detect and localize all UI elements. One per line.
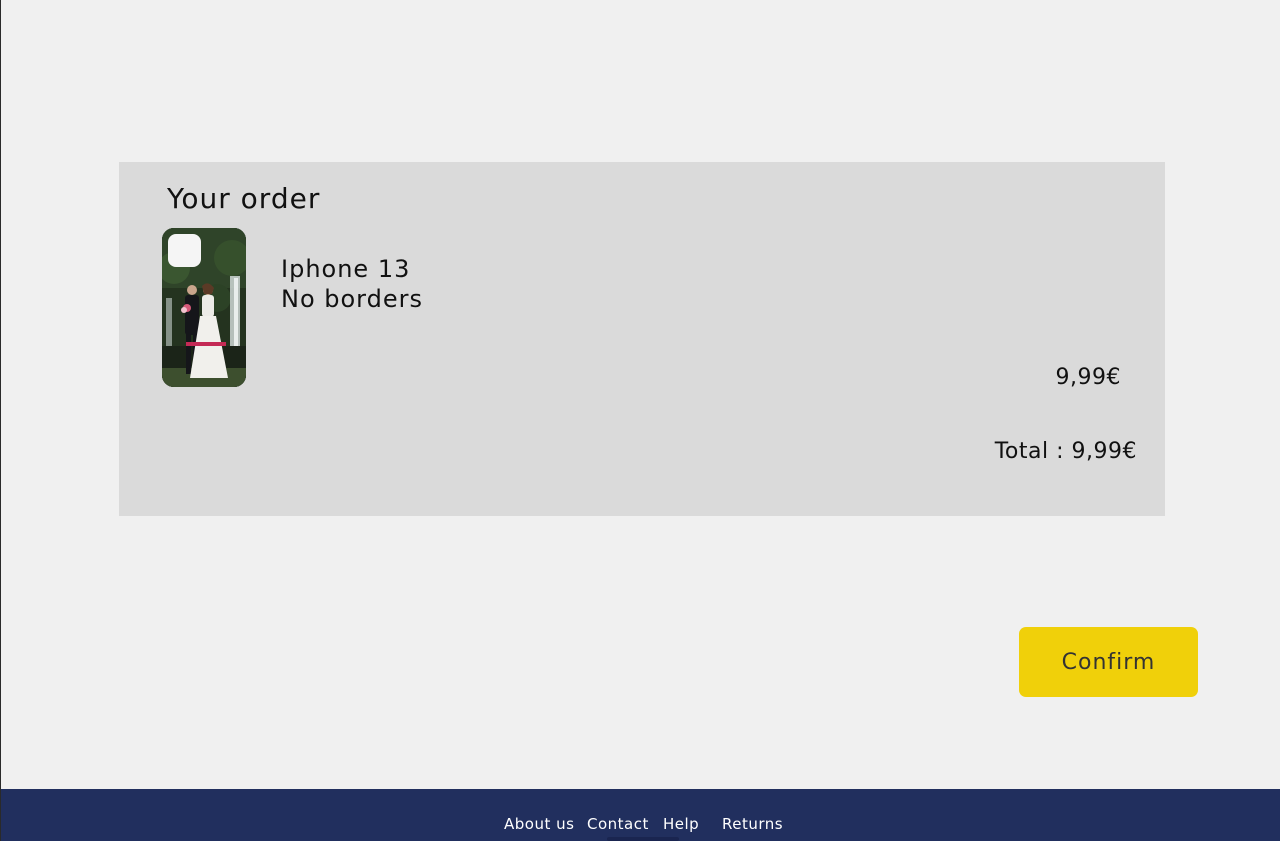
footer-link-help[interactable]: Help <box>663 815 699 833</box>
confirm-button[interactable]: Confirm <box>1019 627 1198 697</box>
order-summary-panel: Your order Iphone 13 No borders 9,99€ To… <box>119 162 1165 516</box>
product-name: Iphone 13 <box>281 255 411 283</box>
footer-link-contact[interactable]: Contact <box>587 815 649 833</box>
camera-cutout <box>168 234 201 267</box>
order-total: Total : 9,99€ <box>994 439 1137 464</box>
footer-link-about-us[interactable]: About us <box>504 815 574 833</box>
footer-link-returns[interactable]: Returns <box>722 815 783 833</box>
product-image <box>162 228 246 387</box>
scroll-indicator <box>607 837 679 841</box>
footer: About us Contact Help Returns <box>1 789 1280 841</box>
item-price: 9,99€ <box>1055 365 1121 390</box>
checkout-page: Your order Iphone 13 No borders 9,99€ To… <box>0 0 1280 841</box>
product-variant: No borders <box>281 285 423 313</box>
order-title: Your order <box>167 182 321 215</box>
